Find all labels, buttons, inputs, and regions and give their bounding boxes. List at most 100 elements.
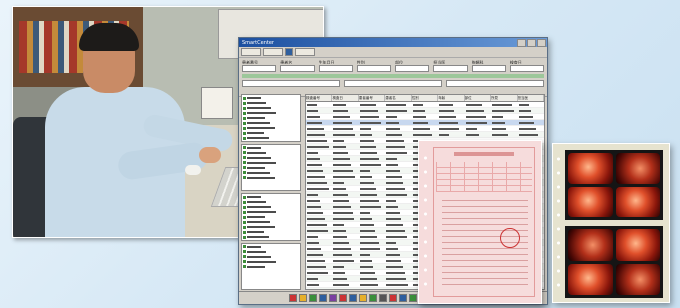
column-header[interactable]: 患者番号 <box>359 95 386 101</box>
tree-item[interactable] <box>243 210 299 214</box>
tree-item[interactable] <box>243 121 299 125</box>
tree-item[interactable] <box>243 225 299 229</box>
table-cell <box>332 234 358 239</box>
table-cell <box>306 252 332 257</box>
table-cell <box>332 204 358 209</box>
tree-item[interactable] <box>243 171 299 175</box>
tree-item[interactable] <box>243 200 299 204</box>
toolbar-icon[interactable] <box>319 294 327 302</box>
folder-icon <box>243 171 246 174</box>
table-cell <box>359 186 385 191</box>
column-header[interactable]: 所見 <box>491 95 518 101</box>
tree-item[interactable] <box>243 131 299 135</box>
filter-input[interactable] <box>509 65 544 72</box>
tree-item[interactable] <box>243 136 299 140</box>
tree-item[interactable] <box>243 260 299 264</box>
filter-input[interactable] <box>433 65 468 72</box>
tree-item[interactable] <box>243 141 299 142</box>
tree-item[interactable] <box>243 215 299 219</box>
column-header[interactable]: 検査番号 <box>306 95 333 101</box>
filter-field: 依頼科 <box>471 60 506 72</box>
tree-item[interactable] <box>243 126 299 130</box>
tree-list[interactable] <box>241 94 301 142</box>
filter-input[interactable] <box>242 65 277 72</box>
tree-item[interactable] <box>243 205 299 209</box>
filter-input[interactable] <box>242 80 340 87</box>
tree-list[interactable] <box>241 242 301 290</box>
table-cell <box>491 120 517 125</box>
tree-item[interactable] <box>243 96 299 100</box>
filter-input[interactable] <box>280 65 315 72</box>
filter-input[interactable] <box>446 80 544 87</box>
toolbar-icon[interactable] <box>399 294 407 302</box>
tree-item[interactable] <box>243 166 299 170</box>
maximize-button[interactable] <box>527 38 536 47</box>
column-header[interactable]: 患者名 <box>385 95 412 101</box>
toolbar-button[interactable] <box>295 48 315 56</box>
tree-item[interactable] <box>243 265 299 269</box>
tree-item[interactable] <box>243 245 299 249</box>
filter-input[interactable] <box>395 65 430 72</box>
folder-icon <box>243 225 246 229</box>
tree-item[interactable] <box>243 101 299 105</box>
table-cell <box>359 222 385 227</box>
toolbar-icon[interactable] <box>329 294 337 302</box>
table-cell <box>306 270 332 275</box>
table-cell <box>385 252 411 257</box>
toolbar-icon[interactable] <box>299 294 307 302</box>
tree-item[interactable] <box>243 230 299 234</box>
column-header[interactable]: 部位 <box>465 95 492 101</box>
column-header[interactable]: 性別 <box>412 95 439 101</box>
table-cell <box>332 282 358 287</box>
toolbar-icon[interactable] <box>369 294 377 302</box>
tree-item[interactable] <box>243 250 299 254</box>
tree-item[interactable] <box>243 116 299 120</box>
table-cell <box>359 204 385 209</box>
toolbar-button[interactable] <box>285 48 293 56</box>
column-header[interactable]: 検査日 <box>332 95 359 101</box>
minimize-button[interactable] <box>517 38 526 47</box>
toolbar-button[interactable] <box>241 48 261 56</box>
endoscopy-image <box>568 186 613 217</box>
tree-item[interactable] <box>243 176 299 180</box>
tree-item[interactable] <box>243 106 299 110</box>
table-cell <box>438 132 464 137</box>
filter-input[interactable] <box>318 65 353 72</box>
toolbar-button[interactable] <box>263 48 283 56</box>
toolbar-icon[interactable] <box>349 294 357 302</box>
tree-item-label <box>247 127 275 129</box>
tree-item[interactable] <box>243 151 299 155</box>
toolbar-icon[interactable] <box>409 294 417 302</box>
tree-item[interactable] <box>243 255 299 259</box>
table-cell <box>359 240 385 245</box>
tree-item[interactable] <box>243 161 299 165</box>
table-cell <box>465 114 491 119</box>
close-button[interactable] <box>537 38 546 47</box>
tree-item[interactable] <box>243 235 299 239</box>
table-cell <box>332 120 358 125</box>
folder-icon <box>243 136 246 140</box>
toolbar-icon[interactable] <box>379 294 387 302</box>
tree-item[interactable] <box>243 111 299 115</box>
tree-item[interactable] <box>243 156 299 160</box>
filter-input[interactable] <box>471 65 506 72</box>
table-cell <box>332 252 358 257</box>
toolbar-icon[interactable] <box>309 294 317 302</box>
toolbar-icon[interactable] <box>339 294 347 302</box>
tree-item[interactable] <box>243 195 299 199</box>
table-cell <box>359 216 385 221</box>
tree-list[interactable] <box>241 193 301 241</box>
toolbar-icon[interactable] <box>359 294 367 302</box>
column-header[interactable]: 担当医 <box>518 95 544 101</box>
tree-item[interactable] <box>243 146 299 150</box>
folder-icon <box>243 245 246 248</box>
toolbar-icon[interactable] <box>289 294 297 302</box>
filter-input[interactable] <box>356 65 391 72</box>
table-cell <box>359 210 385 215</box>
filter-input[interactable] <box>344 80 442 87</box>
toolbar-icon[interactable] <box>389 294 397 302</box>
folder-icon <box>243 151 246 154</box>
column-header[interactable]: 年齢 <box>438 95 465 101</box>
tree-list[interactable] <box>241 143 301 191</box>
tree-item[interactable] <box>243 220 299 224</box>
